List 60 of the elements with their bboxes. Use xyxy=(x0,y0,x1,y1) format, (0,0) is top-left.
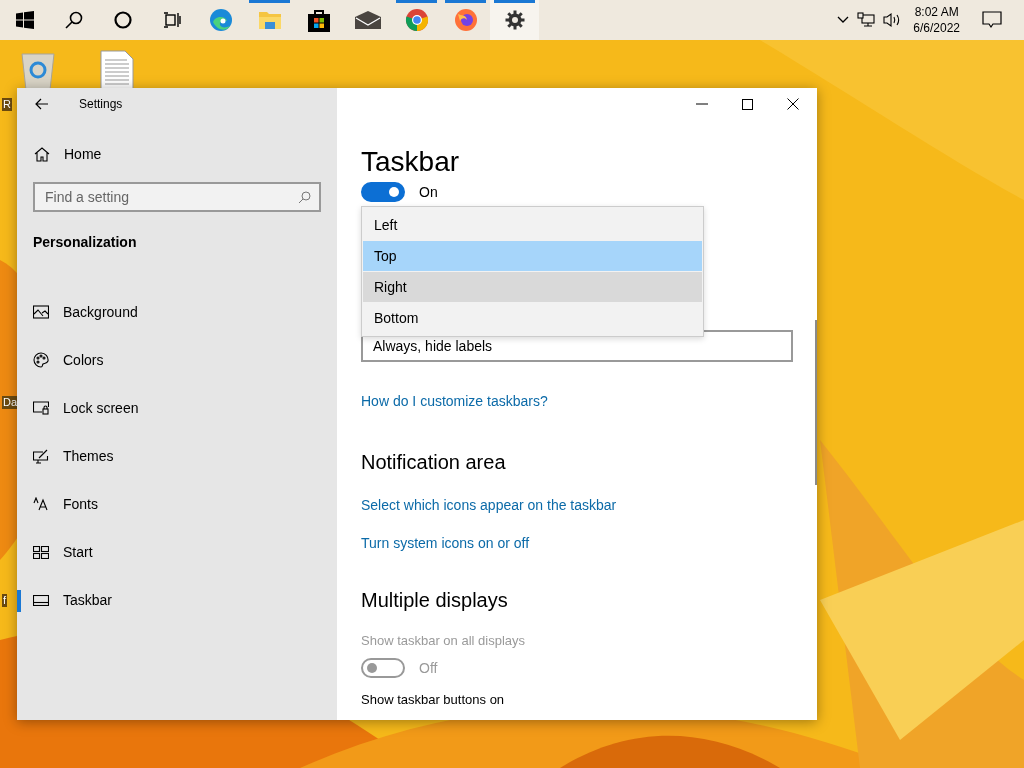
section-heading: Multiple displays xyxy=(361,588,508,613)
house-icon xyxy=(34,146,50,162)
desktop-icon-label[interactable]: R xyxy=(2,98,12,111)
settings-link[interactable]: Turn system icons on or off xyxy=(361,535,530,551)
help-link[interactable]: How do I customize taskbars? xyxy=(361,393,548,409)
setting-label: Show taskbar buttons on xyxy=(361,692,505,707)
firefox-browser-icon xyxy=(453,8,478,32)
toggle-switch[interactable] xyxy=(361,182,405,202)
dropdown-option[interactable]: Right xyxy=(363,272,702,302)
notification-icon[interactable] xyxy=(982,11,1002,29)
taskbar-icon xyxy=(33,594,49,606)
network-icon[interactable] xyxy=(857,12,876,28)
sidebar-item[interactable]: Fonts xyxy=(17,480,337,528)
sidebar-item[interactable]: Taskbar xyxy=(17,576,337,624)
lock-screen-icon xyxy=(33,401,49,415)
windows-logo-icon xyxy=(15,11,34,29)
chrome-browser-icon xyxy=(404,8,429,32)
desktop-icon-label[interactable]: Da xyxy=(2,396,19,409)
shopping-bag-icon xyxy=(306,8,331,32)
window-title: Settings xyxy=(79,97,123,111)
sidebar-item[interactable]: Colors xyxy=(17,336,337,384)
circle-icon xyxy=(113,11,132,29)
search-field[interactable]: Find a setting xyxy=(33,182,321,212)
desktop-icon-label[interactable]: f xyxy=(2,594,8,607)
scrollbar[interactable] xyxy=(815,320,817,485)
maximize-icon[interactable] xyxy=(742,98,753,110)
toggle-label: Off xyxy=(419,660,438,676)
task-view-icon xyxy=(162,11,181,29)
brush-monitor-icon xyxy=(33,448,49,464)
palette-icon xyxy=(33,352,49,368)
clock-time[interactable]: 8:02 AM xyxy=(914,4,959,20)
sidebar-item[interactable]: Themes xyxy=(17,432,337,480)
speaker-icon[interactable] xyxy=(883,12,902,28)
search-icon xyxy=(64,11,83,29)
sidebar-item[interactable]: Lock screen xyxy=(17,384,337,432)
settings-link[interactable]: Select which icons appear on the taskbar xyxy=(361,497,617,513)
close-icon[interactable] xyxy=(787,98,799,110)
folder-icon xyxy=(257,9,282,31)
section-heading: Personalization xyxy=(33,234,137,250)
dropdown-option[interactable]: Top xyxy=(363,241,702,271)
toggle-label: On xyxy=(419,184,438,200)
dropdown-option[interactable]: Bottom xyxy=(363,303,702,333)
tiles-icon xyxy=(33,545,49,559)
clock-date[interactable]: 6/6/2022 xyxy=(913,20,960,36)
settings-icon xyxy=(504,10,525,30)
section-heading: Notification area xyxy=(361,450,506,475)
home-link[interactable]: Home xyxy=(34,146,102,162)
sidebar-item[interactable]: Start xyxy=(17,528,337,576)
fonts-icon xyxy=(33,497,49,511)
taskbar-app-button[interactable] xyxy=(490,0,539,40)
edge-browser-icon xyxy=(208,8,233,32)
sidebar-item[interactable]: Background xyxy=(17,288,337,336)
envelope-icon xyxy=(354,11,381,29)
page-heading: Taskbar xyxy=(361,146,460,178)
chevron-up-icon[interactable] xyxy=(837,16,850,24)
search-icon xyxy=(298,191,311,204)
picture-frame-icon xyxy=(33,305,49,319)
setting-label: Show taskbar on all displays xyxy=(361,633,526,648)
dropdown-option[interactable]: Left xyxy=(363,210,702,240)
back-arrow-icon[interactable] xyxy=(35,98,49,110)
